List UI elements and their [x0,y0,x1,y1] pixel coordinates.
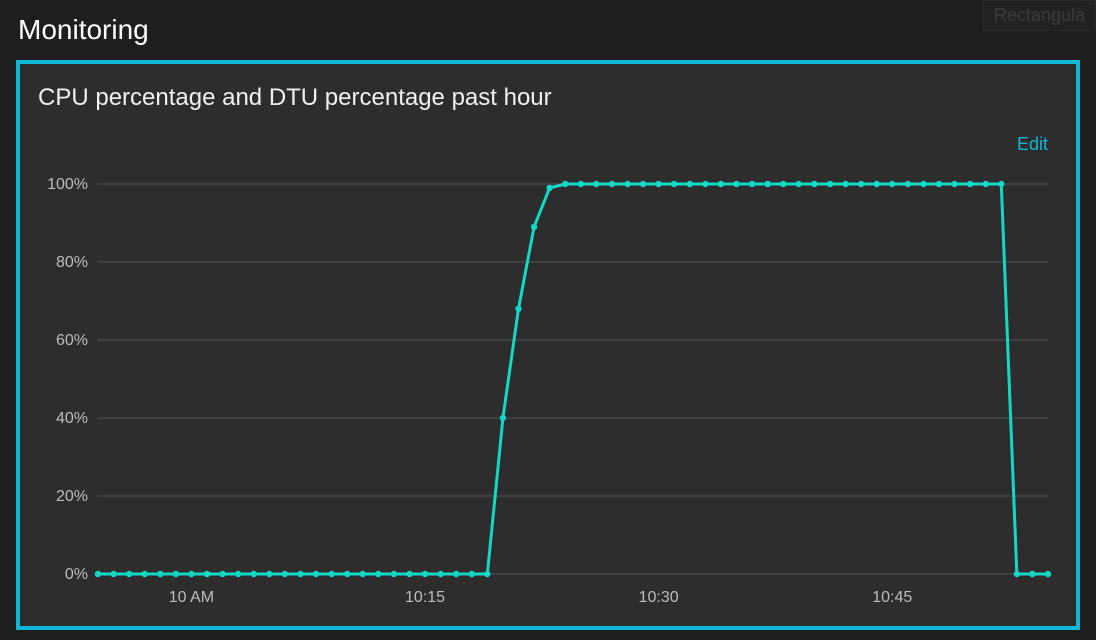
data-point [422,571,428,577]
data-point [453,571,459,577]
data-point [546,185,552,191]
data-point [640,181,646,187]
data-point [936,181,942,187]
data-point [733,181,739,187]
data-point [469,571,475,577]
data-point [983,181,989,187]
rectangular-snip-button[interactable]: Rectangula [983,0,1096,31]
data-point [967,181,973,187]
data-point [219,571,225,577]
data-point [1014,571,1020,577]
data-point [796,181,802,187]
data-point [1045,571,1051,577]
monitoring-tile: CPU percentage and DTU percentage past h… [16,60,1080,630]
data-point [500,415,506,421]
data-point [687,181,693,187]
data-point [858,181,864,187]
data-point [671,181,677,187]
data-point [624,181,630,187]
data-point [297,571,303,577]
data-point [905,181,911,187]
data-point [1029,571,1035,577]
data-point [391,571,397,577]
data-point [251,571,257,577]
data-point [655,181,661,187]
data-point [873,181,879,187]
data-point [142,571,148,577]
data-point [531,224,537,230]
data-point [110,571,116,577]
data-point [406,571,412,577]
x-tick-label: 10:45 [872,589,912,606]
data-point [173,571,179,577]
x-tick-label: 10:15 [405,589,445,606]
y-tick-label: 20% [56,488,88,505]
y-tick-label: 80% [56,254,88,271]
data-point [360,571,366,577]
data-point [188,571,194,577]
y-tick-label: 40% [56,410,88,427]
data-point [484,571,490,577]
series-line [98,184,1048,574]
data-point [266,571,272,577]
data-point [157,571,163,577]
data-point [749,181,755,187]
tile-title: CPU percentage and DTU percentage past h… [38,84,1058,112]
data-point [515,306,521,312]
data-point [375,571,381,577]
data-point [437,571,443,577]
y-tick-label: 0% [65,566,88,583]
y-tick-label: 60% [56,332,88,349]
data-point [920,181,926,187]
data-point [578,181,584,187]
data-point [204,571,210,577]
y-tick-label: 100% [47,176,88,193]
data-point [811,181,817,187]
data-point [282,571,288,577]
data-point [593,181,599,187]
data-point [998,181,1004,187]
x-tick-label: 10:30 [639,589,679,606]
chart-area: 0% 20% 40% 60% 80% 100% 10 AM 10:15 10:30 10:45 [38,174,1058,614]
data-point [126,571,132,577]
data-point [889,181,895,187]
data-point [951,181,957,187]
data-point [609,181,615,187]
data-point [562,181,568,187]
data-point [842,181,848,187]
data-point [764,181,770,187]
data-point [702,181,708,187]
page-title: Monitoring [0,0,1096,54]
data-point [313,571,319,577]
edit-link[interactable]: Edit [1017,134,1048,155]
data-point [95,571,101,577]
data-point [827,181,833,187]
data-point [344,571,350,577]
data-point [780,181,786,187]
x-tick-label: 10 AM [169,589,214,606]
data-point [718,181,724,187]
data-point [235,571,241,577]
data-point [328,571,334,577]
